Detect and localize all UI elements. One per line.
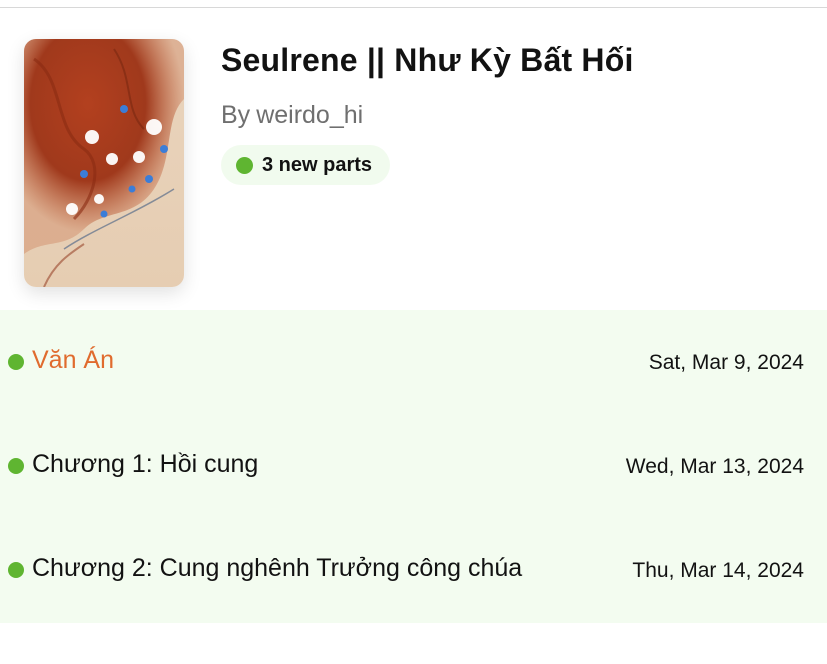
new-indicator-icon	[8, 354, 24, 370]
part-item[interactable]: Văn Án Sat, Mar 9, 2024	[0, 310, 827, 414]
story-title[interactable]: Seulrene || Như Kỳ Bất Hối	[221, 42, 634, 79]
story-cover-image[interactable]	[24, 39, 184, 287]
new-parts-label: 3 new parts	[262, 153, 373, 176]
author-prefix: By	[221, 101, 251, 129]
new-indicator-icon	[8, 562, 24, 578]
part-title[interactable]: Chương 1: Hồi cung	[32, 450, 258, 479]
author-name[interactable]: weirdo_hi	[256, 101, 363, 129]
part-date: Wed, Mar 13, 2024	[625, 455, 804, 478]
new-indicator-icon	[8, 458, 24, 474]
story-author[interactable]: By weirdo_hi	[221, 101, 363, 130]
part-title[interactable]: Chương 2: Cung nghênh Trưởng công chúa	[32, 554, 522, 583]
parts-list: Văn Án Sat, Mar 9, 2024 Chương 1: Hồi cu…	[0, 310, 827, 623]
part-title[interactable]: Văn Án	[32, 346, 114, 375]
story-header: Seulrene || Như Kỳ Bất Hối By weirdo_hi 3…	[0, 8, 827, 310]
part-item[interactable]: Chương 2: Cung nghênh Trưởng công chúa T…	[0, 518, 827, 622]
new-parts-badge: 3 new parts	[221, 145, 391, 185]
part-date: Sat, Mar 9, 2024	[648, 351, 804, 374]
new-indicator-icon	[236, 156, 253, 174]
part-date: Thu, Mar 14, 2024	[632, 559, 804, 582]
part-item[interactable]: Chương 1: Hồi cung Wed, Mar 13, 2024	[0, 414, 827, 518]
